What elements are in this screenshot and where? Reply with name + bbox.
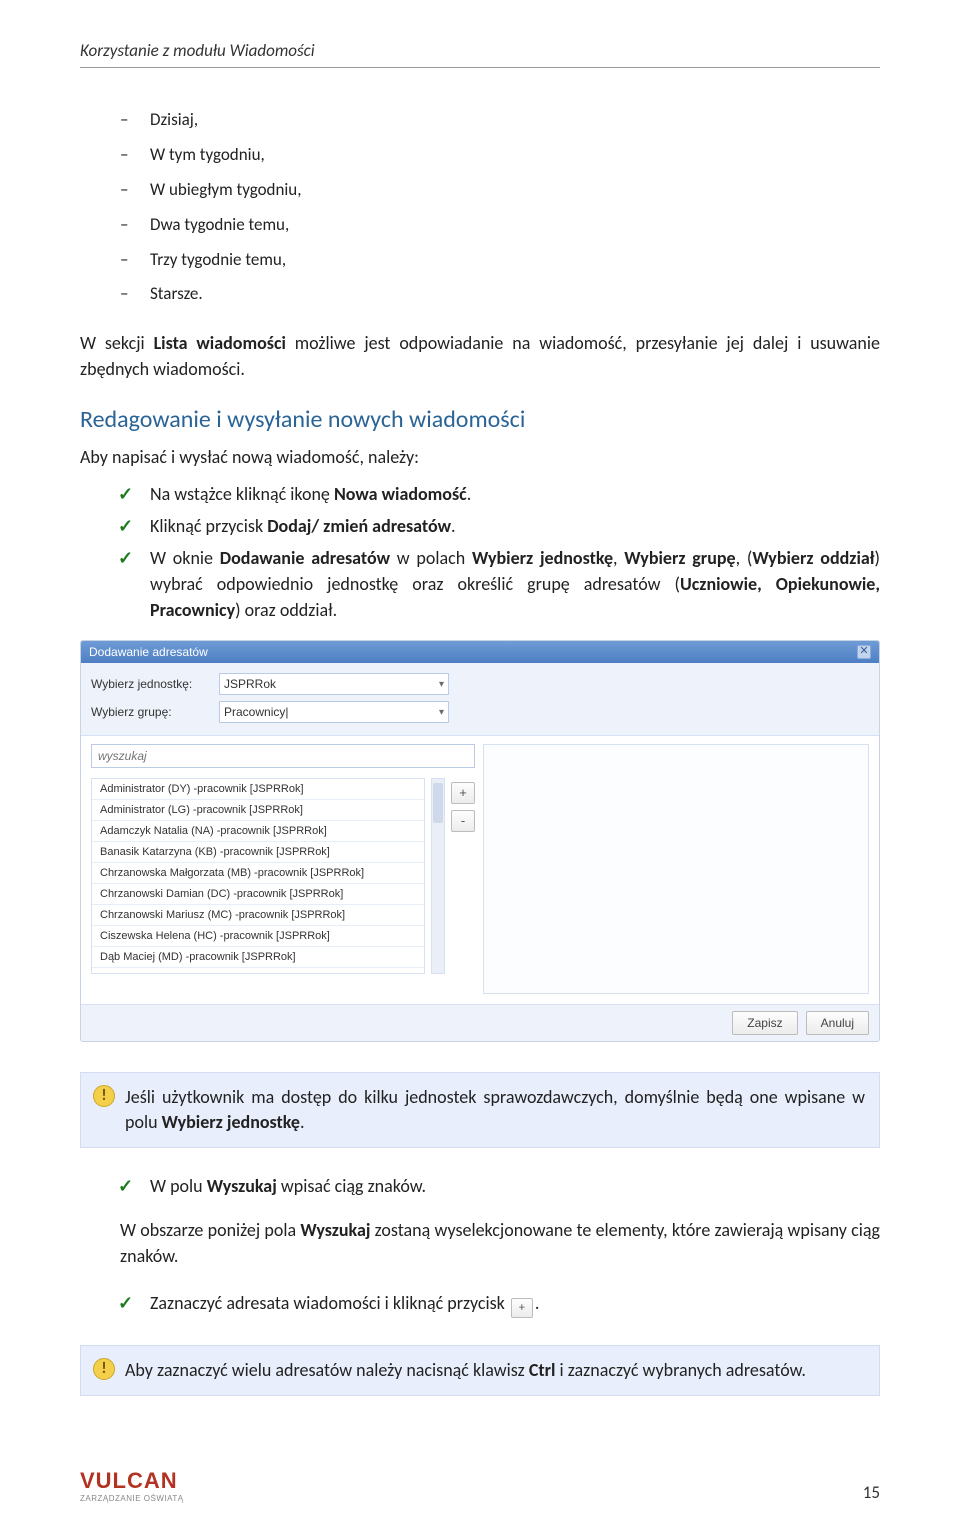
dialog-screenshot: Dodawanie adresatów ✕ Wybierz jednostkę:… [80,640,880,1042]
page-footer: VULCAN ZARZĄDZANIE OŚWIATĄ 15 [80,1468,880,1503]
text: W obszarze poniżej pola [120,1219,300,1241]
list-item: W tym tygodniu, [150,138,880,173]
bold-text: Dodawanie adresatów [220,547,390,569]
step-item: ✓ Na wstążce kliknąć ikonę Nowa wiadomoś… [150,478,880,510]
bold-text: Wybierz oddział [752,547,874,569]
text: . [300,1111,305,1133]
step-item: ✓ W polu Wyszukaj wpisać ciąg znaków. [150,1170,880,1202]
vulcan-logo: VULCAN ZARZĄDZANIE OŚWIATĄ [80,1468,184,1503]
paragraph: Aby napisać i wysłać nową wiadomość, nal… [80,444,880,470]
page-number: 15 [863,1482,880,1503]
text: W oknie [150,547,220,569]
group-value: Pracownicy| [224,705,288,719]
steps-list-2: ✓ W polu Wyszukaj wpisać ciąg znaków. [80,1170,880,1202]
check-icon: ✓ [118,513,133,539]
list-item: W ubiegłym tygodniu, [150,173,880,208]
close-icon[interactable]: ✕ [857,645,871,659]
list-item[interactable]: Chrzanowski Mariusz (MC) -pracownik [JSP… [92,905,424,926]
text: Aby zaznaczyć wielu adresatów należy nac… [125,1359,529,1381]
steps-list: ✓ Na wstążce kliknąć ikonę Nowa wiadomoś… [80,478,880,626]
scrollbar[interactable] [431,778,445,974]
unit-value: JSPRRok [224,677,276,691]
paragraph: W sekcji Lista wiadomości możliwe jest o… [80,330,880,382]
step-item: ✓ W oknie Dodawanie adresatów w polach W… [150,542,880,626]
list-item: Dzisiaj, [150,103,880,138]
group-select[interactable]: Pracownicy| ▾ [219,701,449,723]
text: . [451,515,456,537]
list-item: Dwa tygodnie temu, [150,208,880,243]
text: Zaznaczyć adresata wiadomości i kliknąć … [150,1292,509,1314]
chevron-down-icon: ▾ [439,707,444,718]
list-item[interactable]: Banasik Katarzyna (KB) -pracownik [JSPRR… [92,842,424,863]
dialog-titlebar: Dodawanie adresatów ✕ [81,641,879,663]
unit-label: Wybierz jednostkę: [91,677,211,691]
logo-tagline: ZARZĄDZANIE OŚWIATĄ [80,1494,184,1503]
info-icon: ! [93,1358,115,1380]
dialog-footer: Zapisz Anuluj [81,1004,879,1041]
text: w polach [390,547,472,569]
cancel-button[interactable]: Anuluj [806,1011,869,1035]
check-icon: ✓ [118,481,133,507]
info-note-2: ! Aby zaznaczyć wielu adresatów należy n… [80,1345,880,1396]
text: wpisać ciąg znaków. [277,1175,426,1197]
bold-text: Wyszukaj [207,1175,277,1197]
running-header: Korzystanie z modułu Wiadomości [80,40,880,61]
text: . [535,1292,540,1314]
bold-text: Lista wiadomości [154,332,286,354]
info-icon: ! [93,1085,115,1107]
recipients-list[interactable]: Administrator (DY) -pracownik [JSPRRok] … [91,778,425,974]
time-range-list: Dzisiaj, W tym tygodniu, W ubiegłym tygo… [80,103,880,312]
list-item: Trzy tygodnie temu, [150,243,880,278]
list-item[interactable]: Administrator (DY) -pracownik [JSPRRok] [92,779,424,800]
selected-list [483,744,869,994]
remove-button[interactable]: - [451,810,475,832]
dialog-title: Dodawanie adresatów [89,645,208,659]
check-icon: ✓ [118,545,133,571]
bold-text: Wyszukaj [300,1219,370,1241]
list-item[interactable]: Administrator (LG) -pracownik [JSPRRok] [92,800,424,821]
bold-text: Dodaj/ zmień adresatów [267,515,451,537]
dialog-form: Wybierz jednostkę: JSPRRok ▾ Wybierz gru… [81,663,879,736]
text: W polu [150,1175,207,1197]
info-note: ! Jeśli użytkownik ma dostęp do kilku je… [80,1072,880,1148]
text: Kliknąć przycisk [150,515,267,537]
check-icon: ✓ [118,1290,133,1316]
check-icon: ✓ [118,1173,133,1199]
text: , [613,547,624,569]
chevron-down-icon: ▾ [439,679,444,690]
text: Na wstążce kliknąć ikonę [150,483,334,505]
list-item[interactable]: Chrzanowski Damian (DC) -pracownik [JSPR… [92,884,424,905]
list-item[interactable]: Chrzanowska Małgorzata (MB) -pracownik [… [92,863,424,884]
text: i zaznaczyć wybranych adresatów. [555,1359,805,1381]
step-item: ✓ Kliknąć przycisk Dodaj/ zmień adresató… [150,510,880,542]
text: ) oraz oddział. [235,599,337,621]
text: W sekcji [80,332,154,354]
dialog-body: Administrator (DY) -pracownik [JSPRRok] … [81,736,879,1004]
list-item[interactable]: Dąb Maciej (MD) -pracownik [JSPRRok] [92,947,424,968]
group-label: Wybierz grupę: [91,705,211,719]
bold-text: Wybierz grupę [624,547,735,569]
unit-select[interactable]: JSPRRok ▾ [219,673,449,695]
logo-text: VULCAN [80,1468,178,1493]
scroll-thumb[interactable] [433,783,443,823]
search-input[interactable] [91,744,475,768]
list-item[interactable]: Adamczyk Natalia (NA) -pracownik [JSPRRo… [92,821,424,842]
section-heading: Redagowanie i wysyłanie nowych wiadomośc… [80,405,880,434]
bold-text: Wybierz jednostkę [472,547,613,569]
steps-list-3: ✓ Zaznaczyć adresata wiadomości i klikną… [80,1287,880,1321]
list-item[interactable]: Ciszewska Helena (HC) -pracownik [JSPRRo… [92,926,424,947]
paragraph: W obszarze poniżej pola Wyszukaj zostaną… [80,1217,880,1269]
bold-text: Nowa wiadomość [334,483,467,505]
list-item: Starsze. [150,277,880,312]
text: , ( [736,547,753,569]
header-divider [80,67,880,68]
step-item: ✓ Zaznaczyć adresata wiadomości i klikną… [150,1287,880,1321]
save-button[interactable]: Zapisz [732,1011,797,1035]
bold-text: Ctrl [529,1359,556,1381]
bold-text: Wybierz jednostkę [162,1111,300,1133]
add-button[interactable]: + [451,782,475,804]
plus-button-icon: + [511,1298,533,1318]
text: . [467,483,472,505]
